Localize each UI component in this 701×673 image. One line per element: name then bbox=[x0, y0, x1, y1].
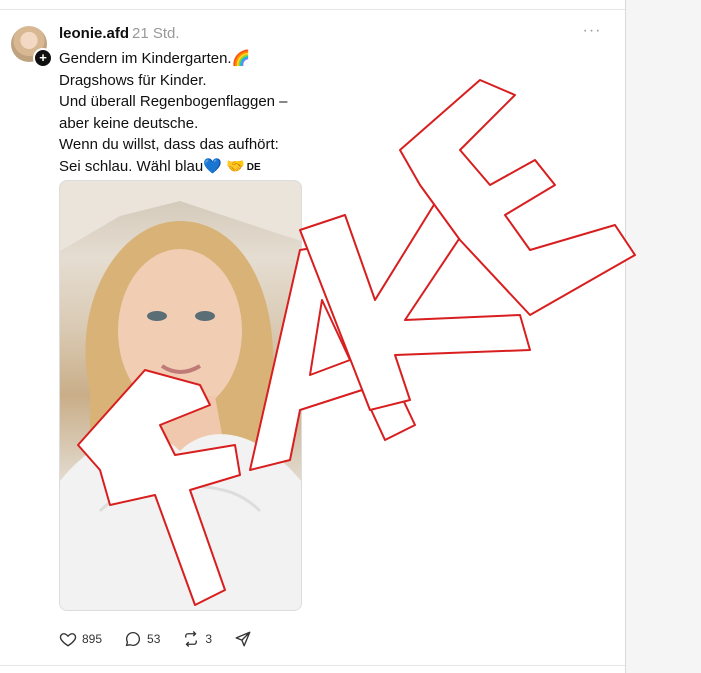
post-line: Wenn du willst, dass das aufhört: bbox=[59, 136, 279, 153]
like-count: 895 bbox=[82, 632, 103, 646]
timestamp[interactable]: 21 Std. bbox=[132, 25, 180, 42]
heart-icon bbox=[59, 633, 77, 647]
repost-button[interactable]: 3 bbox=[182, 630, 212, 648]
post-line: Sei schlau. Wähl blau💙 🤝 DE bbox=[59, 156, 359, 179]
post-line-text: Sei schlau. Wähl blau💙 🤝 bbox=[59, 157, 245, 175]
portrait-illustration bbox=[60, 181, 301, 610]
post-line: aber keine deutsche. bbox=[59, 114, 199, 132]
comment-bubble-icon bbox=[125, 631, 141, 647]
more-options-button[interactable]: ··· bbox=[581, 22, 603, 42]
post-line: Dragshows für Kinder. bbox=[59, 71, 207, 89]
share-button[interactable] bbox=[234, 630, 257, 648]
username[interactable]: leonie.afd bbox=[59, 25, 129, 42]
send-icon bbox=[235, 631, 251, 647]
follow-plus-button[interactable]: + bbox=[33, 48, 53, 68]
post-line: Und überall Regenbogenflaggen – bbox=[59, 93, 288, 110]
top-divider bbox=[0, 9, 625, 10]
avatar[interactable]: + bbox=[11, 26, 53, 68]
like-button[interactable]: 895 bbox=[59, 630, 102, 648]
stamp-letter-e bbox=[399, 79, 636, 316]
post-photo[interactable] bbox=[59, 180, 302, 611]
repost-count: 3 bbox=[205, 632, 213, 646]
germany-flag-label: DE bbox=[246, 161, 261, 173]
repost-icon bbox=[185, 631, 198, 647]
right-gutter bbox=[625, 0, 701, 673]
post-line: Gendern im Kindergarten.🌈 bbox=[59, 50, 251, 67]
post-text: Gendern im Kindergarten.🌈 Dragshows für … bbox=[59, 48, 359, 178]
stamp-letter-k bbox=[299, 194, 531, 411]
action-bar: 895 53 3 bbox=[59, 628, 279, 650]
comment-button[interactable]: 53 bbox=[124, 630, 160, 648]
comment-count: 53 bbox=[147, 632, 161, 646]
bottom-divider bbox=[0, 665, 625, 666]
